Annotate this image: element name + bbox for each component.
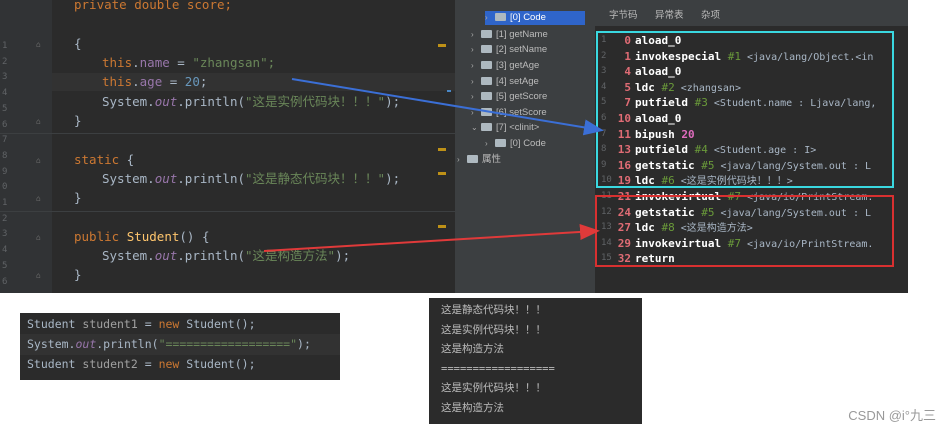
code-token: Student — [27, 357, 83, 371]
snippet-line[interactable]: System.out.println("==================")… — [27, 335, 311, 354]
snippet-line[interactable]: Student student1 = new Student(); — [27, 315, 256, 334]
console-line: 这是实例代码块！！！ — [441, 382, 546, 394]
snippet-line[interactable]: Student student2 = new Student(); — [27, 355, 256, 374]
code-token: student1 — [82, 317, 138, 331]
code-token: Student(); — [179, 357, 256, 371]
main-code-snippet[interactable]: Student student1 = new Student(); System.… — [20, 313, 340, 380]
code-token: new — [158, 357, 180, 371]
code-token: ); — [297, 337, 311, 351]
code-token: student2 — [82, 357, 138, 371]
watermark: CSDN @i°九三 — [848, 408, 936, 423]
console-line: ================== — [441, 362, 555, 375]
blue-arrow — [291, 78, 604, 136]
code-token: "==================" — [158, 337, 298, 351]
red-arrow — [263, 223, 600, 252]
code-token: out — [75, 337, 97, 351]
code-token: new — [158, 317, 180, 331]
console-line: 这是实例代码块！！！ — [441, 323, 546, 336]
code-token: .println( — [96, 337, 159, 351]
code-token: = — [137, 357, 159, 371]
code-token: = — [137, 317, 159, 331]
console-output: 这是静态代码块！！！ 这是实例代码块！！！ 这是构造方法 ==============… — [429, 298, 642, 424]
code-token: Student(); — [179, 317, 256, 331]
console-line: 这是构造方法 — [441, 343, 504, 355]
console-line: 这是构造方法 — [441, 401, 504, 414]
code-token: Student — [27, 317, 83, 331]
code-token: System. — [27, 337, 76, 351]
console-line: 这是静态代码块！！！ — [441, 304, 546, 316]
